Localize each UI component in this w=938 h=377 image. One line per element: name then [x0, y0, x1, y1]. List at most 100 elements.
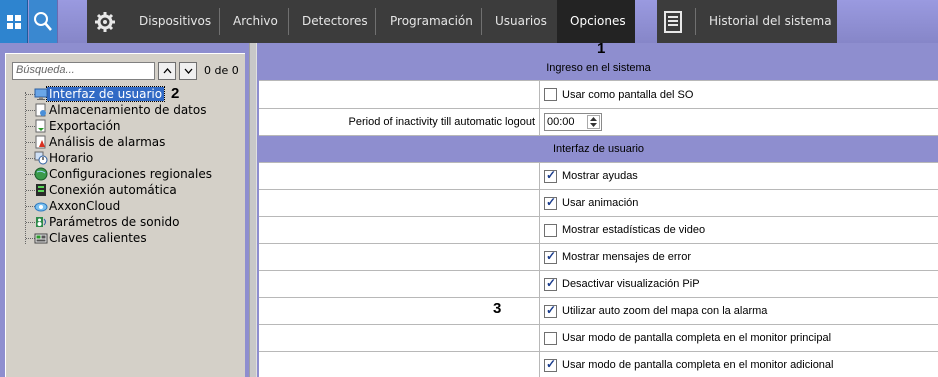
- globe-icon: [34, 167, 48, 181]
- tree-item-claves[interactable]: Claves calientes: [16, 230, 212, 246]
- keyboard-icon: [34, 233, 48, 244]
- history-button[interactable]: [660, 9, 686, 35]
- search-result-count: 0 de 0: [204, 64, 239, 77]
- section-header-login: Ingreso en el sistema: [259, 55, 938, 81]
- chevron-up-icon: [163, 68, 171, 74]
- setting-value-cell: Usar modo de pantalla completa en el mon…: [541, 352, 938, 377]
- option-checkbox[interactable]: [544, 331, 557, 345]
- tree-item-exportacion[interactable]: Exportación: [16, 118, 212, 134]
- menu-usuarios[interactable]: Usuarios: [487, 0, 555, 43]
- option-checkbox[interactable]: [544, 195, 557, 210]
- menu-historial[interactable]: Historial del sistema: [701, 0, 840, 43]
- tree-item-interfaz[interactable]: Interfaz de usuario: [16, 86, 212, 102]
- setting-value-cell: Utilizar auto zoom del mapa con la alarm…: [541, 298, 938, 324]
- menu-separator: [481, 8, 482, 35]
- settings-button[interactable]: [92, 9, 118, 35]
- option-checkbox[interactable]: [544, 303, 557, 318]
- setting-row: Usar animación: [259, 190, 938, 217]
- use-as-shell-label: Usar como pantalla del SO: [562, 88, 694, 101]
- setting-label-cell: [259, 81, 540, 108]
- inactivity-label: Period of inactivity till automatic logo…: [259, 109, 540, 135]
- settings-grid: Ingreso en el sistema Usar como pantalla…: [259, 55, 938, 377]
- setting-row: Period of inactivity till automatic logo…: [259, 109, 938, 136]
- setting-value-cell: Mostrar mensajes de error: [541, 244, 938, 270]
- option-label: Usar modo de pantalla completa en el mon…: [562, 332, 832, 344]
- option-label: Mostrar estadísticas de video: [562, 224, 706, 236]
- time-spinner[interactable]: [587, 115, 600, 129]
- callout-3: 3: [493, 300, 502, 317]
- menu-dispositivos[interactable]: Dispositivos: [131, 0, 219, 43]
- option-checkbox[interactable]: [544, 223, 557, 237]
- search-icon: [34, 11, 52, 31]
- option-checkbox[interactable]: [544, 276, 557, 291]
- setting-value-cell: Usar modo de pantalla completa en el mon…: [541, 325, 938, 351]
- tiles-button[interactable]: [0, 0, 28, 43]
- setting-value-cell: 00:00: [541, 109, 938, 135]
- setting-row: Utilizar auto zoom del mapa con la alarm…: [259, 298, 938, 325]
- setting-value-cell: Usar animación: [541, 190, 938, 216]
- callout-2: 2: [171, 85, 180, 102]
- setting-value-cell: Usar como pantalla del SO: [541, 81, 938, 108]
- search-prev-button[interactable]: [158, 62, 176, 80]
- search-input[interactable]: Búsqueda...: [12, 62, 155, 80]
- spin-down-icon: [590, 123, 597, 127]
- menu-opciones[interactable]: Opciones: [557, 0, 635, 43]
- setting-row: Desactivar visualización PiP: [259, 271, 938, 298]
- option-label: Utilizar auto zoom del mapa con la alarm…: [562, 305, 768, 317]
- setting-label-cell: [259, 271, 540, 297]
- setting-label-cell: [259, 325, 540, 351]
- setting-row: Mostrar mensajes de error: [259, 244, 938, 271]
- setting-label-cell: [259, 163, 540, 189]
- tree-item-almacenamiento[interactable]: Almacenamiento de datos: [16, 102, 212, 118]
- tree-item-alarmas[interactable]: Análisis de alarmas: [16, 134, 212, 150]
- alarm-icon: [35, 135, 46, 149]
- menu-programacion[interactable]: Programación: [382, 0, 481, 43]
- setting-value-cell: Mostrar ayudas: [541, 163, 938, 189]
- spin-up-icon: [590, 117, 597, 121]
- options-tree-panel: Búsqueda... 0 de 0 Interfaz de usuario A…: [5, 53, 245, 377]
- setting-value-cell: Desactivar visualización PiP: [541, 271, 938, 297]
- setting-row: Mostrar estadísticas de video: [259, 217, 938, 244]
- server-icon: [36, 184, 46, 196]
- menu-separator: [695, 8, 696, 35]
- option-label: Usar animación: [562, 197, 639, 209]
- panel-splitter[interactable]: [249, 43, 257, 377]
- option-label: Desactivar visualización PiP: [562, 278, 700, 290]
- top-toolbar: Dispositivos Archivo Detectores Programa…: [0, 0, 938, 43]
- tree-item-axxoncloud[interactable]: AxxonCloud: [16, 198, 212, 214]
- section-header-ui: Interfaz de usuario: [259, 136, 938, 163]
- speaker-icon: [36, 217, 46, 227]
- tree-item-sonido[interactable]: Parámetros de sonido: [16, 214, 212, 230]
- search-next-button[interactable]: [179, 62, 197, 80]
- tree-item-conexion[interactable]: Conexión automática: [16, 182, 212, 198]
- options-tree: Interfaz de usuario Almacenamiento de da…: [16, 86, 212, 246]
- setting-label-cell: [259, 217, 540, 243]
- setting-row: Usar como pantalla del SO: [259, 81, 938, 109]
- option-label: Mostrar ayudas: [562, 170, 638, 182]
- setting-label-cell: [259, 190, 540, 216]
- tree-item-regionales[interactable]: Configuraciones regionales: [16, 166, 212, 182]
- setting-row: Usar modo de pantalla completa en el mon…: [259, 352, 938, 377]
- search-button[interactable]: [29, 0, 58, 43]
- inactivity-time-value: 00:00: [547, 116, 575, 128]
- monitor-icon: [34, 88, 48, 100]
- option-label: Mostrar mensajes de error: [562, 251, 691, 263]
- document-list-icon: [664, 11, 682, 33]
- export-icon: [35, 119, 46, 133]
- menu-separator: [375, 8, 376, 35]
- option-checkbox[interactable]: [544, 168, 557, 183]
- option-checkbox[interactable]: [544, 249, 557, 264]
- chevron-down-icon: [184, 68, 192, 74]
- menu-archivo[interactable]: Archivo: [225, 0, 286, 43]
- setting-label-cell: [259, 244, 540, 270]
- option-checkbox[interactable]: [544, 357, 557, 372]
- gear-icon: [95, 12, 115, 32]
- inactivity-time-input[interactable]: 00:00: [544, 113, 602, 131]
- menu-separator: [288, 8, 289, 35]
- tree-item-horario[interactable]: Horario: [16, 150, 212, 166]
- cloud-icon: [34, 202, 48, 212]
- menu-detectores[interactable]: Detectores: [294, 0, 376, 43]
- tiles-icon: [6, 14, 21, 29]
- use-as-shell-checkbox[interactable]: [544, 88, 557, 101]
- menu-separator: [219, 8, 220, 35]
